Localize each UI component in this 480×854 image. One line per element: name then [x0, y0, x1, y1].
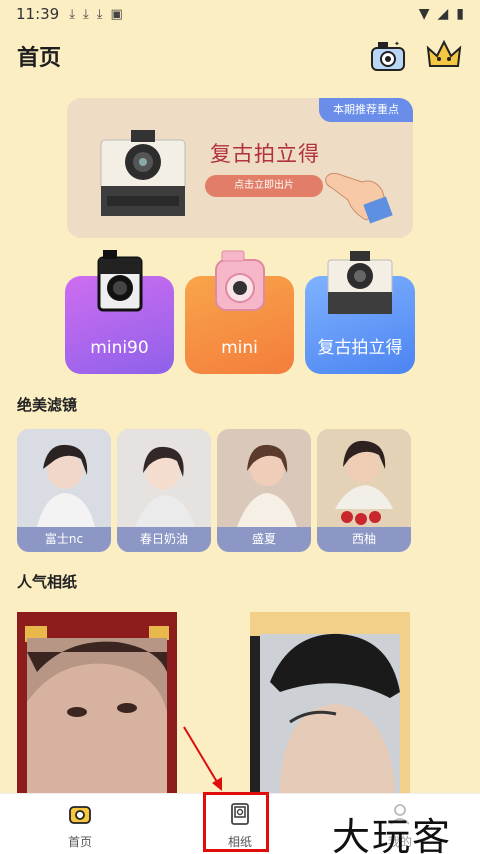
svg-text:✦: ✦ [394, 40, 400, 48]
status-time: 11:39 [16, 5, 60, 23]
camera-card-mini[interactable]: mini [185, 250, 294, 374]
banner-title: 复古拍立得 [210, 142, 320, 166]
paper-preview-image [17, 612, 177, 798]
image-notification-icon: ▣ [110, 6, 123, 22]
camera-card-mini90[interactable]: mini90 [65, 250, 174, 374]
filter-card[interactable]: 富士nc [17, 429, 111, 552]
camera-card-retro[interactable]: 复古拍立得 [305, 251, 415, 374]
signal-icon: ◢ [437, 6, 449, 22]
paper-card[interactable] [250, 612, 410, 798]
paper-card[interactable] [17, 612, 177, 798]
filter-label: 富士nc [17, 527, 111, 552]
filters-section-title: 绝美滤镜 [17, 396, 78, 414]
filter-label: 西柚 [317, 527, 411, 552]
home-camera-icon [69, 806, 91, 824]
arrow-annotation [183, 726, 222, 791]
crown-sticker-icon[interactable] [424, 36, 464, 74]
mini90-camera-image [97, 250, 142, 312]
wifi-icon: ▼ [418, 6, 430, 22]
download-icon: ⤓ [69, 6, 75, 22]
filter-preview-image [117, 429, 211, 527]
pointing-hand-icon [325, 172, 393, 224]
featured-banner[interactable]: 复古拍立得 点击立即出片 本期推荐重点 [67, 98, 413, 238]
retro-camera-image [100, 130, 186, 216]
mini-camera-image [214, 250, 265, 311]
page-title: 首页 [17, 46, 62, 71]
popular-section-title: 人气相纸 [17, 573, 78, 591]
nav-home-label: 首页 [67, 835, 92, 849]
nav-home[interactable]: 首页 [40, 802, 120, 850]
status-bar: 11:39 ⤓ ⤓ ⤓ ▣ ▼ ◢ ▮ [0, 0, 480, 28]
paper-preview-image [250, 612, 410, 798]
filter-card[interactable]: 盛夏 [217, 429, 311, 552]
download-icon: ⤓ [82, 6, 89, 22]
watermark-text: 大玩客 [332, 815, 453, 854]
filter-preview-image [17, 429, 111, 527]
highlight-annotation [203, 792, 269, 852]
camera-card-label: mini90 [90, 338, 149, 358]
filter-card[interactable]: 春日奶油 [117, 429, 211, 552]
banner-tag: 本期推荐重点 [319, 98, 413, 122]
filter-preview-image [317, 429, 411, 527]
camera-sticker-icon[interactable]: ✦ [368, 36, 408, 74]
filter-label: 春日奶油 [117, 527, 211, 552]
camera-card-label: mini [221, 338, 258, 358]
banner-cta-button[interactable]: 点击立即出片 [205, 175, 323, 197]
download-icon: ⤓ [96, 6, 103, 22]
retro-camera-image [327, 251, 393, 314]
camera-card-label: 复古拍立得 [317, 338, 403, 358]
filter-preview-image [217, 429, 311, 527]
battery-icon: ▮ [456, 6, 464, 22]
filter-card[interactable]: 西柚 [317, 429, 411, 552]
filter-label: 盛夏 [217, 527, 311, 552]
